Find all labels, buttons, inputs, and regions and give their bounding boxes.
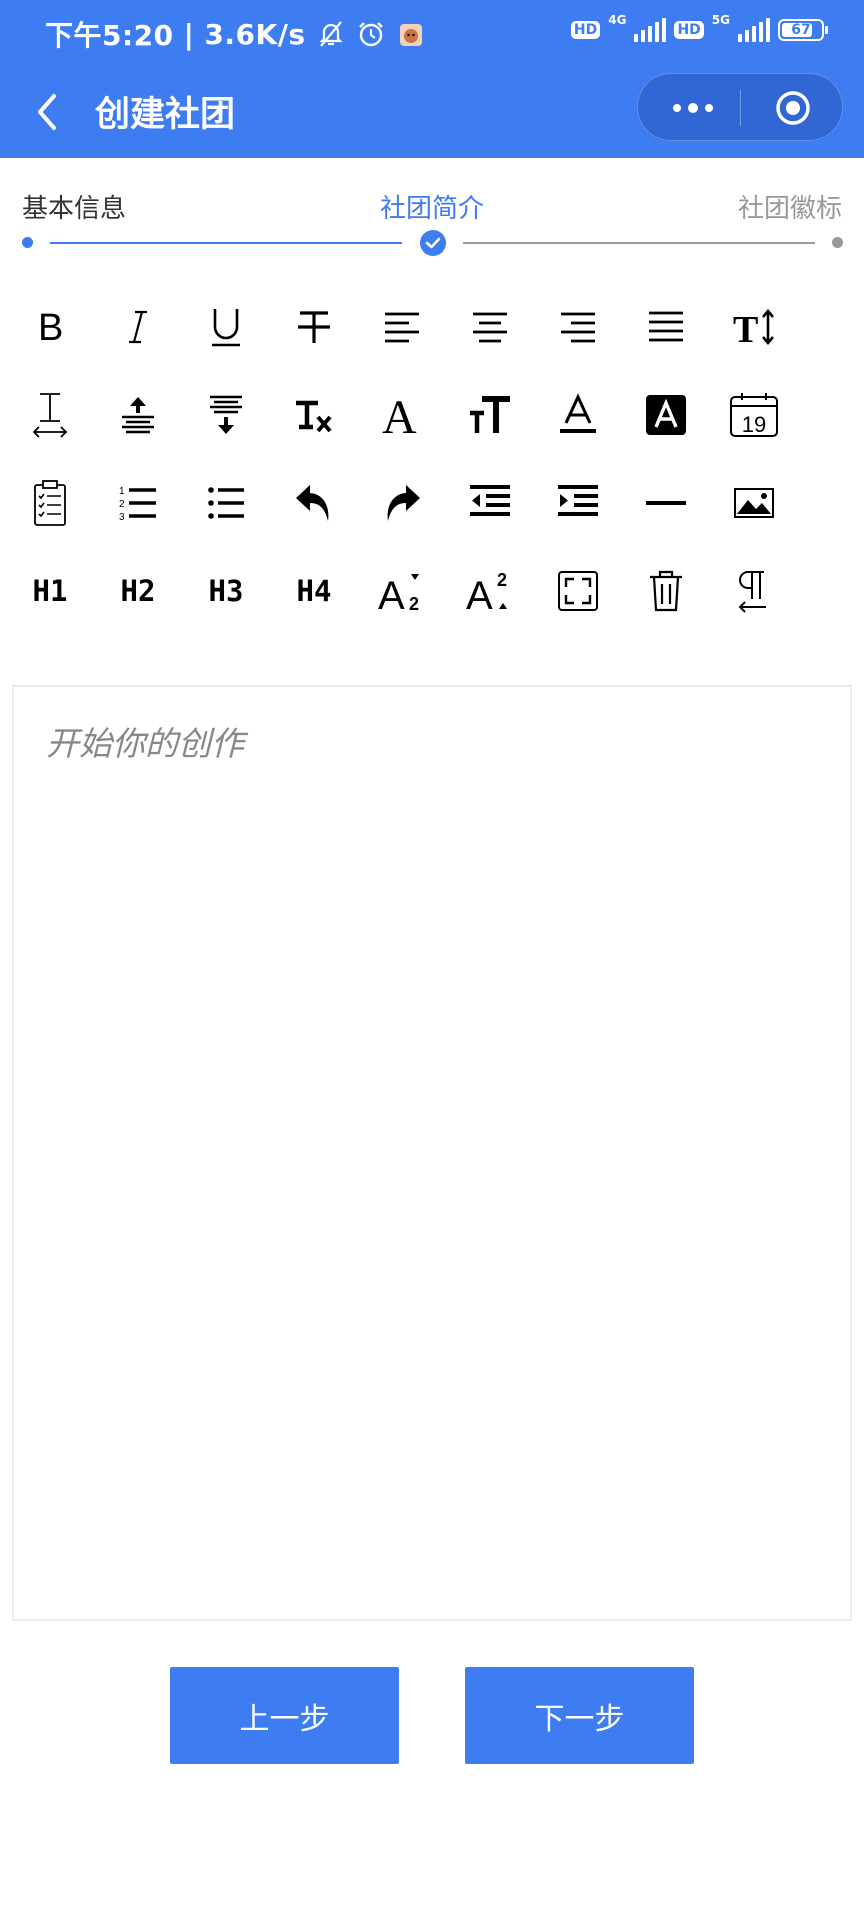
redo-icon[interactable] bbox=[372, 473, 432, 533]
step-dot-todo bbox=[832, 237, 843, 248]
align-left-icon[interactable] bbox=[372, 297, 432, 357]
heading-3-button[interactable]: H3 bbox=[196, 561, 256, 621]
svg-text:A: A bbox=[378, 574, 405, 613]
line-height-icon[interactable]: T bbox=[724, 297, 784, 357]
heading-2-button[interactable]: H2 bbox=[108, 561, 168, 621]
align-justify-icon[interactable] bbox=[636, 297, 696, 357]
svg-text:T: T bbox=[733, 309, 758, 347]
margin-bottom-icon[interactable] bbox=[196, 385, 256, 445]
bell-muted-icon bbox=[318, 21, 343, 47]
font-size-icon[interactable] bbox=[460, 385, 520, 445]
prev-step-button[interactable]: 上一步 bbox=[170, 1667, 399, 1764]
signal-icon bbox=[738, 18, 770, 42]
strikethrough-icon[interactable] bbox=[284, 297, 344, 357]
date-day: 19 bbox=[742, 412, 766, 437]
nav-bar: 创建社团 bbox=[0, 68, 864, 158]
heading-1-button[interactable]: H1 bbox=[20, 561, 80, 621]
svg-text:3: 3 bbox=[119, 512, 125, 523]
heading-4-button[interactable]: H4 bbox=[284, 561, 344, 621]
undo-icon[interactable] bbox=[284, 473, 344, 533]
step-indicator: 基本信息 社团简介 社团徽标 bbox=[0, 180, 864, 260]
horizontal-rule-icon[interactable] bbox=[636, 473, 696, 533]
letter-spacing-icon[interactable] bbox=[20, 385, 80, 445]
editor-placeholder: 开始你的创作 bbox=[46, 724, 244, 763]
step-line-done bbox=[50, 242, 402, 244]
checklist-icon[interactable] bbox=[20, 473, 80, 533]
margin-top-icon[interactable] bbox=[108, 385, 168, 445]
next-step-button[interactable]: 下一步 bbox=[465, 1667, 694, 1764]
clear-format-icon[interactable] bbox=[284, 385, 344, 445]
more-menu-button[interactable] bbox=[668, 74, 718, 142]
svg-text:1: 1 bbox=[119, 486, 125, 497]
alarm-icon bbox=[358, 22, 383, 47]
rich-text-editor[interactable]: 开始你的创作 bbox=[12, 685, 852, 1621]
step-basic-info: 基本信息 bbox=[22, 194, 127, 224]
back-arrow-icon[interactable] bbox=[30, 88, 70, 136]
step-dot-done bbox=[22, 237, 33, 248]
image-icon[interactable] bbox=[724, 473, 784, 533]
align-center-icon[interactable] bbox=[460, 297, 520, 357]
miniprogram-capsule bbox=[637, 73, 843, 141]
hd-badge: HD bbox=[570, 21, 601, 39]
superscript-icon[interactable]: A2 bbox=[460, 561, 520, 621]
font-color-icon[interactable] bbox=[548, 385, 608, 445]
battery-level: 67 bbox=[791, 22, 811, 38]
date-icon[interactable]: 19 bbox=[724, 385, 784, 445]
background-color-icon[interactable] bbox=[636, 385, 696, 445]
outdent-icon[interactable] bbox=[460, 473, 520, 533]
battery-icon: 67 bbox=[778, 19, 828, 41]
paragraph-icon[interactable] bbox=[724, 561, 784, 621]
top-bar: 下午5:20 | 3.6K/s HD 4G HD 5G 67 创建社团 bbox=[0, 0, 864, 158]
bullet-list-icon[interactable] bbox=[196, 473, 256, 533]
close-miniprogram-icon[interactable] bbox=[775, 90, 811, 126]
hd-badge: HD bbox=[674, 21, 704, 39]
step-badge: 社团徽标 bbox=[737, 194, 842, 224]
bold-icon[interactable]: B bbox=[20, 297, 80, 357]
trash-icon[interactable] bbox=[636, 561, 696, 621]
status-time: 下午5:20 bbox=[45, 19, 174, 52]
status-left: 下午5:20 | 3.6K/s bbox=[45, 14, 426, 54]
subscript-icon[interactable]: A2 bbox=[372, 561, 432, 621]
underline-icon[interactable] bbox=[196, 297, 256, 357]
ordered-list-icon[interactable]: 1 2 3 bbox=[108, 473, 168, 533]
svg-text:B: B bbox=[38, 307, 63, 347]
italic-icon[interactable] bbox=[108, 297, 168, 357]
network-speed: 3.6K/s bbox=[204, 17, 306, 51]
svg-text:A: A bbox=[382, 393, 417, 437]
svg-text:2: 2 bbox=[409, 594, 419, 613]
svg-text:2: 2 bbox=[497, 570, 507, 590]
net-type-1: 4G bbox=[608, 13, 627, 27]
fullscreen-icon[interactable] bbox=[548, 561, 608, 621]
font-icon[interactable]: A bbox=[372, 385, 432, 445]
step-intro: 社团简介 bbox=[380, 194, 485, 224]
signal-icon bbox=[634, 18, 667, 42]
net-type-2: 5G bbox=[711, 13, 730, 27]
status-bar: 下午5:20 | 3.6K/s HD 4G HD 5G 67 bbox=[0, 0, 864, 68]
svg-text:2: 2 bbox=[119, 499, 125, 510]
align-right-icon[interactable] bbox=[548, 297, 608, 357]
page-title: 创建社团 bbox=[95, 95, 236, 135]
status-right: HD 4G HD 5G 67 bbox=[570, 13, 828, 42]
svg-text:A: A bbox=[466, 574, 493, 613]
step-line-todo bbox=[463, 242, 815, 244]
indent-icon[interactable] bbox=[548, 473, 608, 533]
app-notification-icon bbox=[399, 24, 422, 46]
step-check-icon bbox=[420, 230, 446, 256]
